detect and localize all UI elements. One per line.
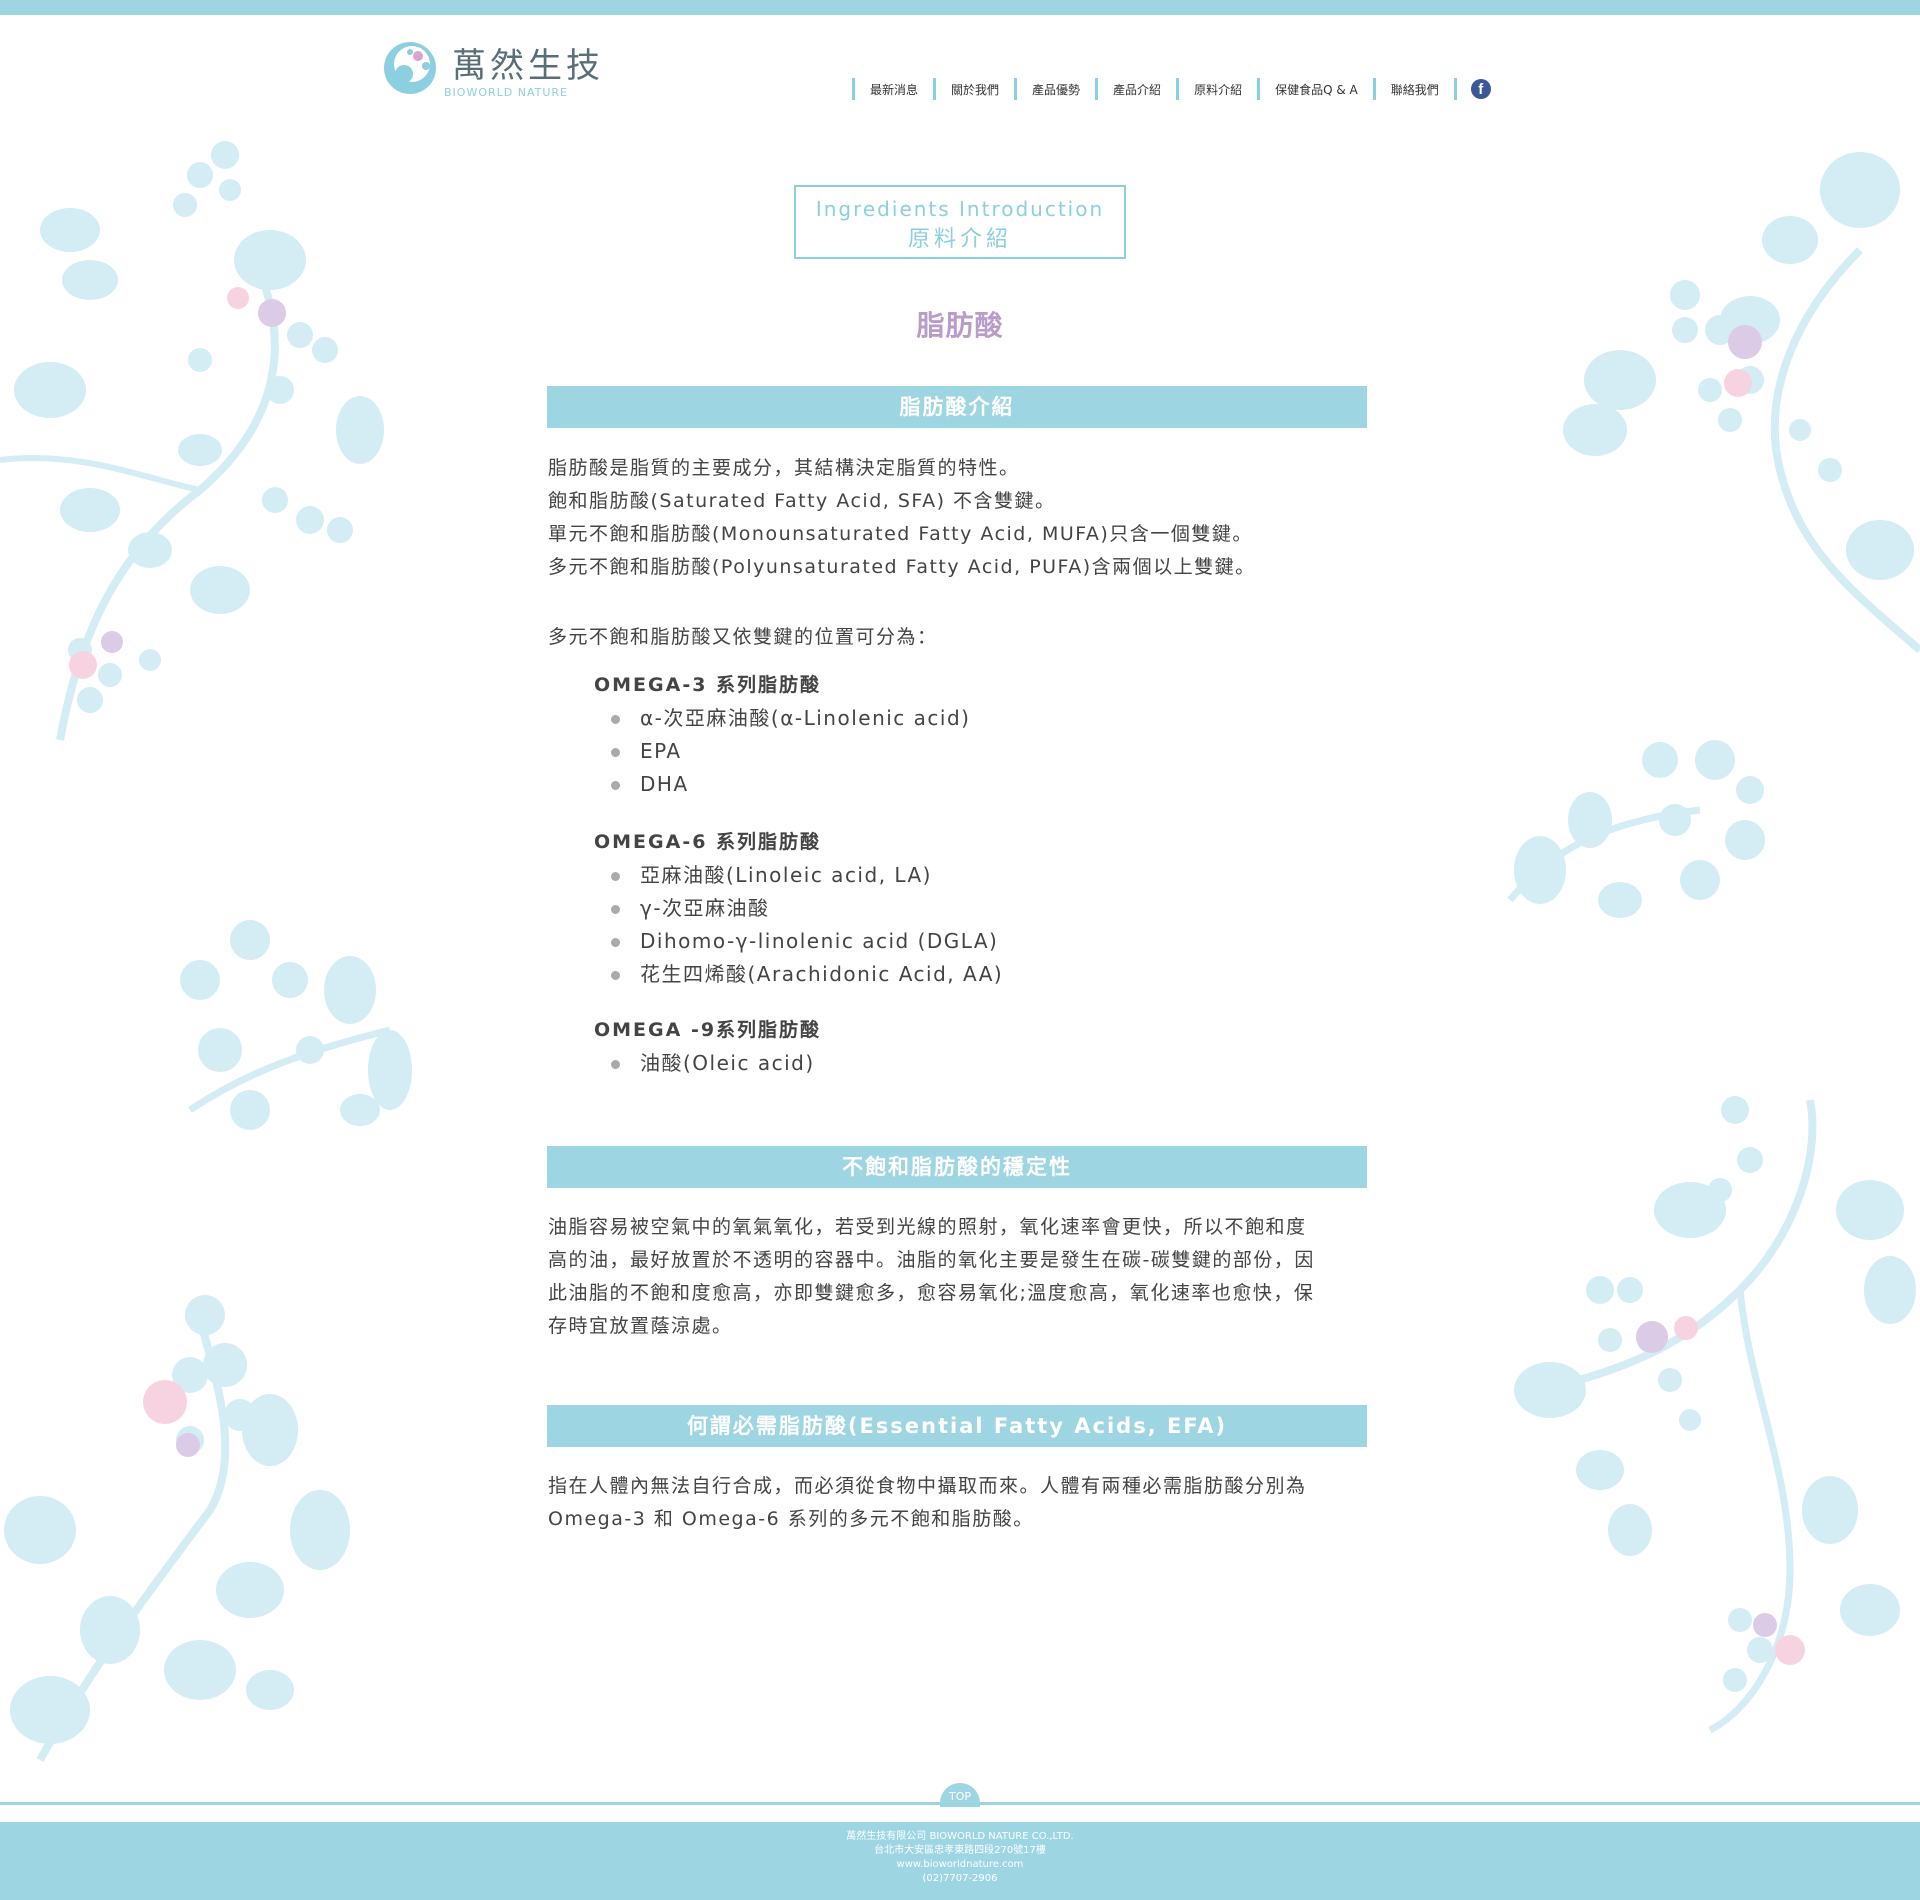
section-header-efa: 何謂必需脂肪酸(Essential Fatty Acids, EFA) (547, 1405, 1367, 1447)
stability-paragraph: 油脂容易被空氣中的氧氣氧化，若受到光線的照射，氧化速率會更快，所以不飽和度 高的… (548, 1211, 1368, 1343)
facebook-link[interactable]: f (1453, 78, 1491, 100)
brand-name-cn: 萬然生技 (452, 46, 604, 86)
main-heading: 脂肪酸 (916, 309, 1004, 342)
list-item: 亞麻油酸(Linoleic acid, LA) (594, 859, 1003, 892)
efa-line: 指在人體內無法自行合成，而必須從食物中攝取而來。人體有兩種必需脂肪酸分別為 (548, 1475, 1307, 1497)
list-item: α-次亞麻油酸(α-Linolenic acid) (594, 702, 970, 735)
logo-mark-icon (382, 30, 446, 100)
stability-line: 油脂容易被空氣中的氧氣氧化，若受到光線的照射，氧化速率會更快，所以不飽和度 (548, 1216, 1307, 1238)
stability-line: 存時宜放置蔭涼處。 (548, 1315, 733, 1337)
floral-decoration-bottom-left (0, 1290, 370, 1770)
omega6-group: OMEGA-6 系列脂肪酸 亞麻油酸(Linoleic acid, LA) γ-… (594, 826, 1003, 991)
back-to-top-button[interactable]: TOP (940, 1783, 980, 1807)
list-item: 油酸(Oleic acid) (594, 1047, 821, 1080)
omega3-group: OMEGA-3 系列脂肪酸 α-次亞麻油酸(α-Linolenic acid) … (594, 669, 970, 801)
classify-line: 多元不飽和脂肪酸又依雙鍵的位置可分為： (548, 626, 938, 648)
efa-paragraph: 指在人體內無法自行合成，而必須從食物中攝取而來。人體有兩種必需脂肪酸分別為 Om… (548, 1470, 1368, 1536)
footer-company: 萬然生技有限公司 BIOWORLD NATURE CO.,LTD. (846, 1831, 1074, 1842)
omega9-heading: OMEGA -9系列脂肪酸 (594, 1019, 822, 1041)
list-item: Dihomo-γ-linolenic acid (DGLA) (594, 925, 1003, 958)
list-item: DHA (594, 768, 970, 801)
nav-item-advantages[interactable]: 產品優勢 (1014, 78, 1095, 100)
nav-item-ingredients[interactable]: 原料介紹 (1176, 78, 1257, 100)
footer-phone: (02)7707-2906 (922, 1873, 998, 1884)
list-item: 花生四烯酸(Arachidonic Acid, AA) (594, 958, 1003, 991)
stability-line: 此油脂的不飽和度愈高，亦即雙鍵愈多，愈容易氧化;溫度愈高，氧化速率也愈快，保 (548, 1282, 1315, 1304)
floral-decoration-bottom-right (1490, 1090, 1920, 1740)
omega9-group: OMEGA -9系列脂肪酸 油酸(Oleic acid) (594, 1014, 821, 1080)
floral-decoration-mid-right (1500, 720, 1780, 940)
page-title-box: Ingredients Introduction 原料介紹 (794, 185, 1126, 259)
omega6-heading: OMEGA-6 系列脂肪酸 (594, 831, 822, 853)
nav-item-about[interactable]: 關於我們 (933, 78, 1014, 100)
floral-decoration-top-left (0, 130, 400, 750)
brand-logo[interactable]: 萬然生技 BIOWORLD NATURE (382, 30, 600, 102)
footer-address: 台北市大安區忠孝東路四段270號17樓 (874, 1845, 1046, 1856)
intro-line: 飽和脂肪酸(Saturated Fatty Acid, SFA) 不含雙鍵。 (548, 490, 1056, 512)
intro-line: 單元不飽和脂肪酸(Monounsaturated Fatty Acid, MUF… (548, 523, 1253, 545)
page-title-cn: 原料介紹 (907, 227, 1012, 252)
nav-item-faq[interactable]: 保健食品Q & A (1257, 78, 1373, 100)
section-header-stability: 不飽和脂肪酸的穩定性 (547, 1146, 1367, 1188)
list-item: γ-次亞麻油酸 (594, 892, 1003, 925)
efa-line: Omega-3 和 Omega-6 系列的多元不飽和脂肪酸。 (548, 1508, 1034, 1530)
section-header-intro: 脂肪酸介紹 (547, 386, 1367, 428)
omega3-heading: OMEGA-3 系列脂肪酸 (594, 674, 822, 696)
top-accent-bar (0, 0, 1920, 15)
nav-item-news[interactable]: 最新消息 (852, 78, 933, 100)
nav-item-contact[interactable]: 聯絡我們 (1372, 78, 1454, 100)
page-title-en: Ingredients Introduction (815, 197, 1105, 221)
intro-line: 脂肪酸是脂質的主要成分，其結構決定脂質的特性。 (548, 457, 1020, 479)
classify-paragraph: 多元不飽和脂肪酸又依雙鍵的位置可分為： (548, 621, 1368, 654)
intro-paragraph: 脂肪酸是脂質的主要成分，其結構決定脂質的特性。 飽和脂肪酸(Saturated … (548, 452, 1368, 584)
facebook-icon: f (1470, 79, 1491, 99)
floral-decoration-top-right (1500, 130, 1920, 690)
stability-line: 高的油，最好放置於不透明的容器中。油脂的氧化主要是發生在碳-碳雙鍵的部份，因 (548, 1249, 1315, 1271)
main-nav: 最新消息 關於我們 產品優勢 產品介紹 原料介紹 保健食品Q & A 聯絡我們 … (852, 78, 1491, 100)
nav-item-products[interactable]: 產品介紹 (1095, 78, 1176, 100)
intro-line: 多元不飽和脂肪酸(Polyunsaturated Fatty Acid, PUF… (548, 556, 1256, 578)
list-item: EPA (594, 735, 970, 768)
site-footer: 萬然生技有限公司 BIOWORLD NATURE CO.,LTD. 台北市大安區… (0, 1822, 1920, 1900)
brand-name-en: BIOWORLD NATURE (444, 86, 568, 99)
floral-decoration-mid-left (160, 910, 420, 1150)
footer-website[interactable]: www.bioworldnature.com (0, 1858, 1920, 1872)
